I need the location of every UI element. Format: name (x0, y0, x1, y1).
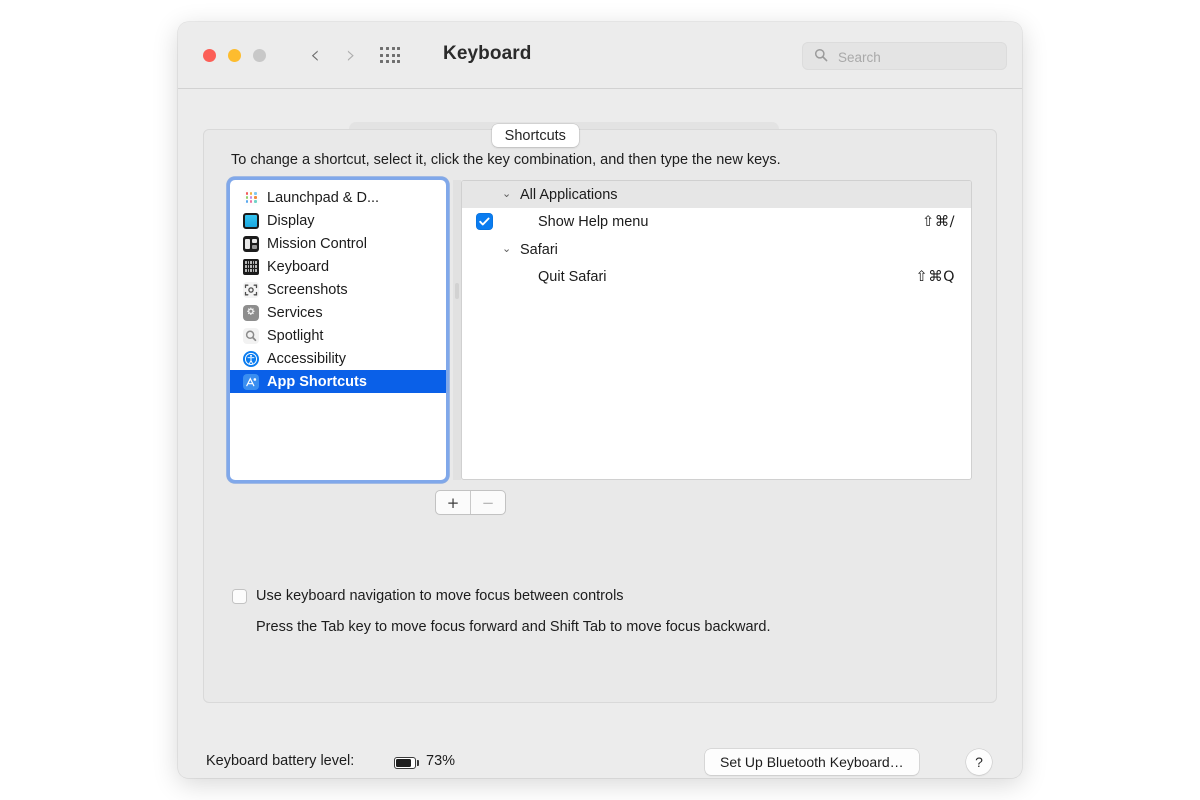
keyboard-navigation-label: Use keyboard navigation to move focus be… (256, 588, 624, 604)
shortcut-name: Show Help menu (538, 214, 648, 230)
sidebar-item-label: Services (267, 305, 323, 321)
table-row[interactable]: Quit Safari ⇧⌘Q (462, 263, 971, 291)
sidebar-item-label: Keyboard (267, 259, 329, 275)
page-title: Keyboard (443, 43, 531, 65)
keyboard-navigation-checkbox-row[interactable]: Use keyboard navigation to move focus be… (232, 588, 624, 604)
launchpad-icon (243, 190, 259, 206)
shortcut-group-header[interactable]: ⌄ All Applications (462, 181, 971, 208)
shortcut-category-list[interactable]: Launchpad & D... Display Mission Control (230, 180, 446, 480)
accessibility-icon (243, 351, 259, 367)
screenshots-icon (243, 282, 259, 298)
close-window-button[interactable] (203, 49, 216, 62)
sidebar-item-label: Mission Control (267, 236, 367, 252)
set-up-bluetooth-keyboard-button[interactable]: Set Up Bluetooth Keyboard… (705, 749, 919, 775)
maximize-window-button[interactable] (253, 49, 266, 62)
battery-percent: 73% (426, 753, 455, 769)
sidebar-item-services[interactable]: Services (230, 301, 446, 324)
tab-shortcuts[interactable]: Shortcuts (492, 124, 579, 147)
shortcut-key-combination[interactable]: ⇧⌘Q (915, 269, 955, 285)
sidebar-item-label: App Shortcuts (267, 374, 367, 390)
sidebar-item-spotlight[interactable]: Spotlight (230, 324, 446, 347)
sidebar-item-label: Display (267, 213, 315, 229)
sidebar-item-label: Launchpad & D... (267, 190, 379, 206)
sidebar-item-mission-control[interactable]: Mission Control (230, 232, 446, 255)
shortcut-key-combination[interactable]: ⇧⌘/ (922, 214, 955, 230)
group-label: All Applications (520, 187, 618, 203)
minimize-window-button[interactable] (228, 49, 241, 62)
show-all-grid-icon[interactable] (380, 47, 401, 65)
sidebar-item-label: Accessibility (267, 351, 346, 367)
forward-arrow-icon[interactable]: › (337, 41, 365, 69)
sidebar-item-screenshots[interactable]: Screenshots (230, 278, 446, 301)
back-arrow-icon[interactable]: ‹ (301, 41, 329, 69)
sidebar-item-label: Spotlight (267, 328, 323, 344)
services-gear-icon (243, 305, 259, 321)
group-label: Safari (520, 242, 558, 258)
shortcut-group-header[interactable]: ⌄ Safari (462, 236, 971, 263)
shortcut-enabled-checkbox[interactable] (476, 213, 493, 230)
spotlight-magnifier-icon (243, 328, 259, 344)
app-shortcuts-icon (243, 374, 259, 390)
add-remove-segmented-control: + − (436, 491, 505, 514)
search-field[interactable] (802, 42, 1007, 70)
shortcut-items-list[interactable]: ⌄ All Applications Show Help menu ⇧⌘/ ⌄ … (461, 180, 972, 480)
add-shortcut-button[interactable]: + (436, 491, 470, 514)
keyboard-icon (243, 259, 259, 275)
sidebar-item-launchpad[interactable]: Launchpad & D... (230, 186, 446, 209)
shortcuts-panel: To change a shortcut, select it, click t… (203, 129, 997, 703)
sidebar-item-accessibility[interactable]: Accessibility (230, 347, 446, 370)
sidebar-item-app-shortcuts[interactable]: App Shortcuts (230, 370, 446, 393)
keyboard-navigation-checkbox[interactable] (232, 589, 247, 604)
display-icon (243, 213, 259, 229)
sidebar-item-display[interactable]: Display (230, 209, 446, 232)
battery-icon (394, 757, 416, 769)
mission-control-icon (243, 236, 259, 252)
search-input[interactable] (836, 43, 1000, 71)
keyboard-navigation-hint: Press the Tab key to move focus forward … (256, 619, 770, 635)
table-row[interactable]: Show Help menu ⇧⌘/ (462, 208, 971, 236)
battery-level-label: Keyboard battery level: (206, 753, 354, 769)
list-splitter[interactable] (453, 180, 461, 480)
help-button[interactable]: ? (966, 749, 992, 775)
chevron-down-icon[interactable]: ⌄ (502, 189, 514, 200)
battery-fill (396, 759, 411, 767)
sidebar-item-label: Screenshots (267, 282, 348, 298)
window-titlebar: ‹ › Keyboard (178, 22, 1022, 89)
splitter-grip[interactable] (455, 283, 459, 299)
system-preferences-window: ‹ › Keyboard Keyboard Text Shortcuts Inp… (178, 22, 1022, 778)
remove-shortcut-button[interactable]: − (470, 491, 505, 514)
search-icon (814, 48, 828, 62)
chevron-down-icon[interactable]: ⌄ (502, 244, 514, 255)
sidebar-item-keyboard[interactable]: Keyboard (230, 255, 446, 278)
instruction-text: To change a shortcut, select it, click t… (231, 152, 781, 168)
battery-nub (417, 760, 419, 766)
shortcut-name: Quit Safari (538, 269, 607, 285)
